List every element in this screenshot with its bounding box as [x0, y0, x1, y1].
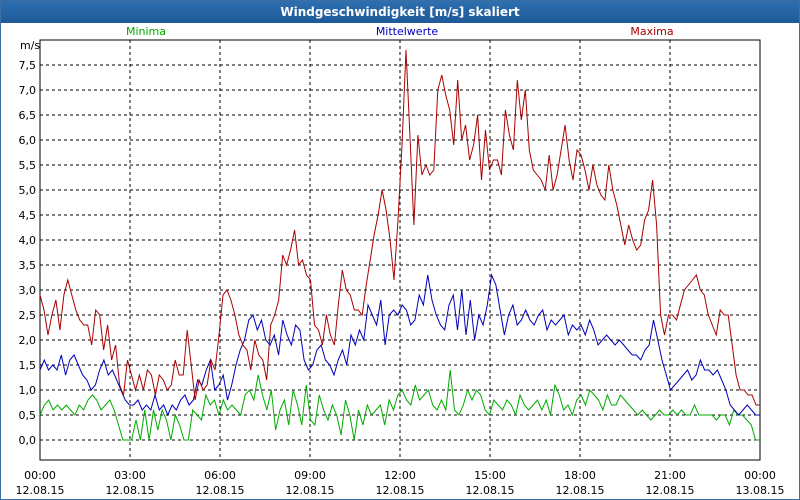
y-tick-label: 4,5	[19, 209, 37, 222]
y-tick-label: 3,0	[19, 284, 37, 297]
x-tick-time: 21:00	[654, 469, 686, 482]
x-tick-date: 12.08.15	[376, 484, 425, 497]
y-tick-label: 6,0	[19, 134, 37, 147]
x-tick-time: 09:00	[294, 469, 326, 482]
y-tick-label: 0,0	[19, 434, 37, 447]
x-tick-time: 12:00	[384, 469, 416, 482]
y-tick-label: 1,0	[19, 384, 37, 397]
x-tick-time: 18:00	[564, 469, 596, 482]
x-tick-time: 00:00	[24, 469, 56, 482]
x-tick-date: 13.08.15	[736, 484, 785, 497]
y-tick-label: 6,5	[19, 109, 37, 122]
y-tick-label: 0,5	[19, 409, 37, 422]
x-tick-date: 12.08.15	[466, 484, 515, 497]
wind-speed-chart: 0,0 0,5 1,0 1,5 2,0 2,5 3,0 3,5 4,0 4,5 5,0 5,5 6,0 6…	[16, 25, 785, 497]
y-axis-label: m/s	[20, 39, 40, 52]
x-tick-time: 15:00	[474, 469, 506, 482]
y-tick-label: 2,0	[19, 334, 37, 347]
y-tick-label: 7,0	[19, 84, 37, 97]
y-tick-label: 4,0	[19, 234, 37, 247]
x-tick-time: 06:00	[204, 469, 236, 482]
y-tick-label: 5,0	[19, 184, 37, 197]
y-tick-label: 2,5	[19, 309, 37, 322]
legend-maxima: Maxima	[630, 25, 673, 38]
x-tick-time: 00:00	[744, 469, 776, 482]
y-tick-label: 7,5	[19, 59, 37, 72]
x-tick-date: 12.08.15	[286, 484, 335, 497]
y-tick-label: 1,5	[19, 359, 37, 372]
grid	[40, 40, 760, 460]
x-tick-date: 12.08.15	[646, 484, 695, 497]
legend-mittelwerte: Mittelwerte	[376, 25, 439, 38]
x-tick-date: 12.08.15	[106, 484, 155, 497]
y-tick-label: 5,5	[19, 159, 37, 172]
x-tick-date: 12.08.15	[16, 484, 65, 497]
x-tick-time: 03:00	[114, 469, 146, 482]
x-axis: 00:00 12.08.15 03:00 12.08.15 06:00 12.08.15 0…	[16, 469, 785, 497]
y-axis: 0,0 0,5 1,0 1,5 2,0 2,5 3,0 3,5 4,0 4,5 5,0 5,5 6,0 6…	[19, 59, 37, 447]
x-tick-date: 12.08.15	[196, 484, 245, 497]
x-tick-date: 12.08.15	[556, 484, 605, 497]
legend-minima: Minima	[126, 25, 166, 38]
y-tick-label: 3,5	[19, 259, 37, 272]
series-line-minima	[39, 369, 760, 441]
